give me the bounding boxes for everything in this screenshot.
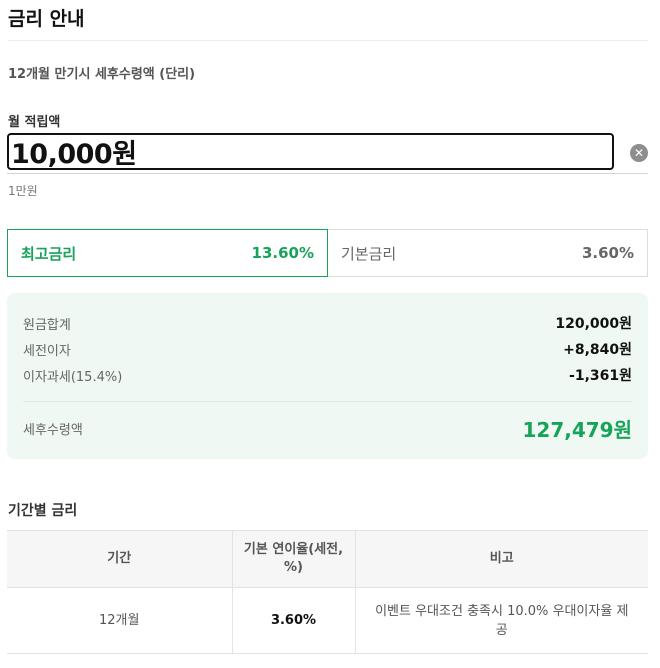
summary-value: -1,361원 bbox=[569, 368, 632, 384]
cell-note: 이벤트 우대조건 충족시 10.0% 우대이자율 제공 bbox=[354, 587, 648, 654]
column-header-note: 비고 bbox=[354, 530, 648, 588]
summary-row-interest-tax: 이자과세(15.4%) -1,361원 bbox=[23, 362, 632, 388]
tab-base-rate[interactable]: 기본금리 3.60% bbox=[328, 229, 648, 277]
period-rates-table: 기간 기본 연이율(세전, %) 비고 12개월 3.60% 이벤트 우대조건 … bbox=[7, 530, 648, 654]
column-header-period: 기간 bbox=[7, 530, 233, 588]
tab-base-rate-value: 3.60% bbox=[581, 244, 634, 262]
input-underline bbox=[7, 173, 648, 174]
table-header-row: 기간 기본 연이율(세전, %) 비고 bbox=[7, 530, 648, 588]
summary-total-value: 127,479원 bbox=[522, 417, 633, 442]
summary-row-pretax-interest: 세전이자 +8,840원 bbox=[23, 336, 632, 362]
summary-label: 세전이자 bbox=[23, 343, 71, 359]
summary-row-principal: 원금합계 120,000원 bbox=[23, 310, 632, 336]
summary-value: +8,840원 bbox=[563, 342, 632, 358]
cell-period: 12개월 bbox=[7, 587, 233, 654]
summary-label: 원금합계 bbox=[23, 317, 71, 333]
rate-tabs: 최고금리 13.60% 기본금리 3.60% bbox=[7, 229, 648, 277]
tab-max-rate[interactable]: 최고금리 13.60% bbox=[7, 229, 328, 277]
unit-hint: 1만원 bbox=[8, 184, 38, 198]
close-circle-icon: ✕ bbox=[633, 146, 645, 160]
summary-label: 이자과세(15.4%) bbox=[23, 369, 123, 385]
monthly-deposit-input[interactable]: 10,000원 bbox=[7, 133, 614, 170]
cell-base-rate: 3.60% bbox=[231, 587, 356, 654]
page-title: 금리 안내 bbox=[8, 8, 85, 30]
period-rates-title: 기간별 금리 bbox=[8, 503, 78, 519]
maturity-subtitle: 12개월 만기시 세후수령액 (단리) bbox=[8, 67, 196, 82]
tab-base-rate-label: 기본금리 bbox=[341, 244, 397, 263]
column-header-base-rate: 기본 연이율(세전, %) bbox=[231, 530, 356, 588]
tab-max-rate-label: 최고금리 bbox=[21, 244, 77, 263]
clear-input-button[interactable]: ✕ bbox=[630, 144, 648, 162]
tab-max-rate-value: 13.60% bbox=[251, 244, 314, 262]
table-row: 12개월 3.60% 이벤트 우대조건 충족시 10.0% 우대이자율 제공 bbox=[7, 587, 648, 654]
title-divider bbox=[8, 40, 648, 41]
summary-value: 120,000원 bbox=[555, 316, 632, 332]
summary-total-label: 세후수령액 bbox=[23, 422, 83, 438]
monthly-deposit-label: 월 적립액 bbox=[8, 115, 61, 130]
summary-total-row: 세후수령액 127,479원 bbox=[23, 402, 632, 454]
summary-card: 원금합계 120,000원 세전이자 +8,840원 이자과세(15.4%) -… bbox=[7, 293, 648, 459]
monthly-deposit-value: 10,000원 bbox=[11, 139, 137, 170]
